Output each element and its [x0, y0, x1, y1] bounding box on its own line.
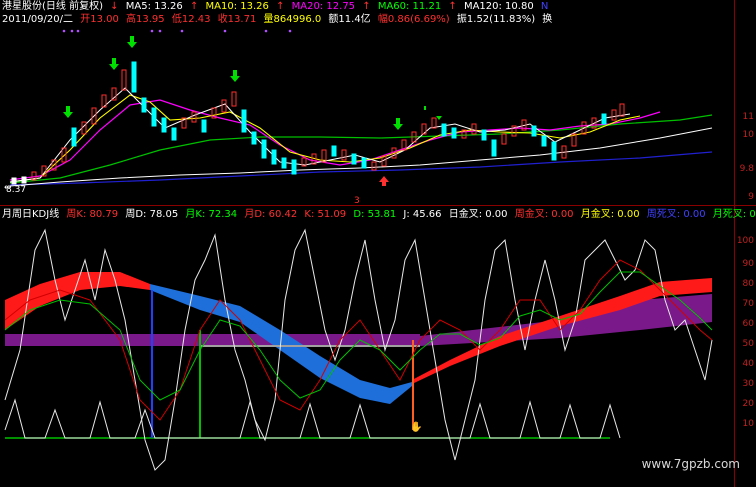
kdj-axis-40: 40 [742, 359, 754, 369]
kdj-axis-50: 50 [742, 339, 754, 349]
kdj-axis-70: 70 [742, 299, 754, 309]
kdj-axis-80: 80 [742, 279, 754, 289]
kdj-axis-10: 10 [742, 419, 754, 429]
kdj-axis-90: 90 [742, 259, 754, 269]
price-axis-98: 9.8 [739, 164, 754, 174]
kdj-axis-30: 30 [742, 379, 754, 389]
price-axis-9: 9 [748, 192, 754, 202]
kdj-chart[interactable]: ✋ [0, 0, 734, 487]
watermark: www.7gpzb.com [641, 457, 740, 471]
kdj-axis-60: 60 [742, 319, 754, 329]
price-axis-11: 11 [742, 112, 754, 122]
kdj-axis-100: 100 [736, 236, 754, 246]
kdj-axis-20: 20 [742, 399, 754, 409]
hand-icon: ✋ [410, 420, 422, 433]
axis-divider [734, 0, 735, 487]
price-axis-10: 10 [742, 130, 754, 140]
bottom-triangles [4, 398, 621, 439]
j-line [4, 228, 713, 471]
